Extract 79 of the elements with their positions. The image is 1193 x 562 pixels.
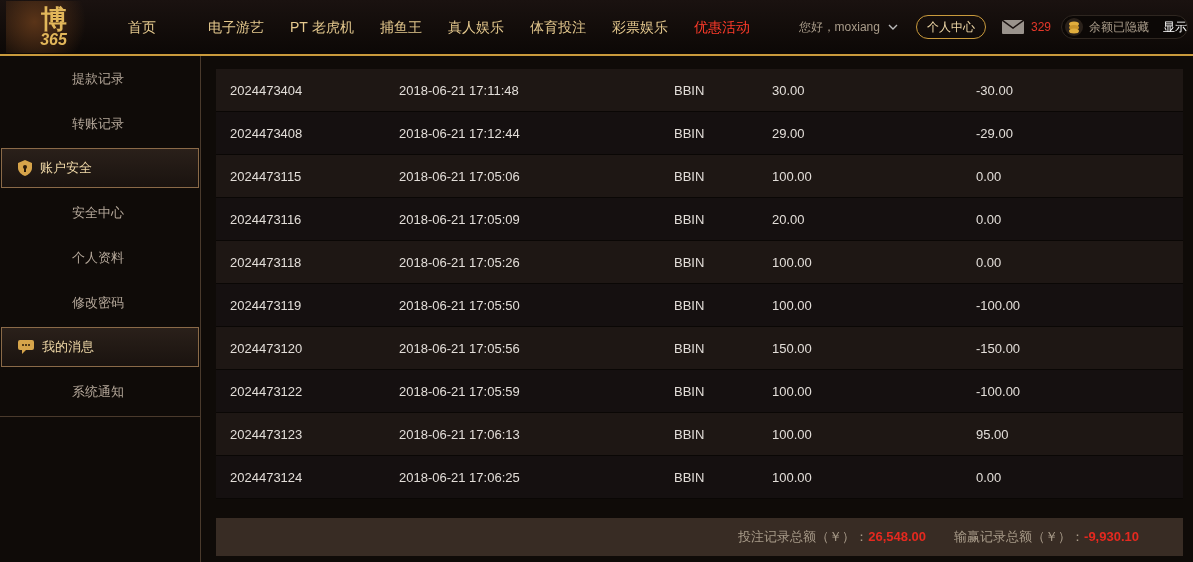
table-cell: BBIN xyxy=(674,470,705,485)
nav-link[interactable]: 首页 xyxy=(115,16,169,38)
table-cell: 2018-06-21 17:06:25 xyxy=(399,470,520,485)
nav-link[interactable]: 彩票娱乐 xyxy=(598,16,681,38)
nav-link[interactable]: 捕鱼王 xyxy=(366,16,435,38)
table-cell: 0.00 xyxy=(976,212,1002,227)
total-value: 26,548.00 xyxy=(868,528,927,547)
shield-icon xyxy=(18,160,32,176)
table-cell: BBIN xyxy=(674,298,705,313)
table-cell: BBIN xyxy=(674,83,705,98)
sidebar-item[interactable]: 转账记录 xyxy=(72,113,124,134)
table-cell: 29.00 xyxy=(772,126,805,141)
table-cell: BBIN xyxy=(674,169,705,184)
greeting-text[interactable]: 您好，moxiang xyxy=(798,18,880,36)
table-cell: 0.00 xyxy=(976,470,1002,485)
table-cell: -100.00 xyxy=(976,384,1021,399)
table-cell: 2024473122 xyxy=(230,384,303,399)
table-cell: 2024473120 xyxy=(230,341,303,356)
table-cell: 2018-06-21 17:05:56 xyxy=(399,341,520,356)
table-cell: 20.00 xyxy=(772,212,805,227)
mail-icon[interactable] xyxy=(1001,20,1024,34)
table-cell: 2024473119 xyxy=(230,298,302,313)
table-cell: 100.00 xyxy=(772,169,812,184)
table-cell: -30.00 xyxy=(976,83,1013,98)
table-cell: BBIN xyxy=(674,126,705,141)
table-cell: 100.00 xyxy=(772,255,812,270)
nav-link[interactable]: 电子游艺 xyxy=(195,16,277,38)
mail-count: 329 xyxy=(1030,19,1051,36)
table-cell: 0.00 xyxy=(976,169,1002,184)
table-cell: 2024473124 xyxy=(230,470,303,485)
table-cell: 2024473123 xyxy=(230,427,303,442)
sidebar-item[interactable]: 系统通知 xyxy=(72,381,124,402)
coin-stack-icon xyxy=(1065,18,1083,36)
table-cell: 2018-06-21 17:05:09 xyxy=(399,212,520,227)
table-cell: BBIN xyxy=(674,384,705,399)
table-cell: 95.00 xyxy=(976,427,1009,442)
table-cell: BBIN xyxy=(674,427,705,442)
sidebar-item[interactable]: 个人资料 xyxy=(72,247,124,268)
table-cell: 2018-06-21 17:05:26 xyxy=(399,255,520,270)
sidebar-section-header[interactable]: 我的消息 xyxy=(1,327,199,367)
table-cell: BBIN xyxy=(674,341,705,356)
table-cell: 2024473115 xyxy=(230,169,302,184)
total-value: -9,930.10 xyxy=(1084,528,1139,547)
table-cell: 100.00 xyxy=(772,470,812,485)
table-cell: 100.00 xyxy=(772,298,812,313)
table-cell: 2024473118 xyxy=(230,255,302,270)
total-label: 投注记录总额（￥）： xyxy=(738,528,869,547)
table-cell: 2018-06-21 17:05:59 xyxy=(399,384,520,399)
table-cell: 30.00 xyxy=(772,83,805,98)
sidebar-section-header[interactable]: 账户安全 xyxy=(1,148,199,188)
table-cell: -29.00 xyxy=(976,126,1013,141)
nav-link[interactable]: 体育投注 xyxy=(516,16,599,38)
nav-link[interactable]: 优惠活动 xyxy=(680,16,763,38)
table-cell: BBIN xyxy=(674,255,705,270)
balance-hidden-text: 余额已隐藏 xyxy=(1089,19,1149,36)
table-cell: 100.00 xyxy=(772,384,812,399)
table-cell: 2024473404 xyxy=(230,83,303,98)
table-cell: 2024473116 xyxy=(230,212,302,227)
table-cell: 2018-06-21 17:05:50 xyxy=(399,298,520,313)
table-cell: 100.00 xyxy=(772,427,812,442)
sidebar-item[interactable]: 提款记录 xyxy=(72,68,124,89)
total-label: 输赢记录总额（￥）： xyxy=(954,528,1085,547)
chevron-down-icon[interactable] xyxy=(887,24,898,30)
sidebar-item[interactable]: 安全中心 xyxy=(72,202,124,223)
table-cell: -150.00 xyxy=(976,341,1021,356)
table-cell: BBIN xyxy=(674,212,705,227)
table-cell: 150.00 xyxy=(772,341,812,356)
table-cell: -100.00 xyxy=(976,298,1021,313)
show-balance-button[interactable]: 显示 xyxy=(1163,18,1187,36)
chat-bubble-icon xyxy=(18,340,34,354)
table-cell: 2018-06-21 17:12:44 xyxy=(399,126,520,141)
nav-link[interactable]: PT 老虎机 xyxy=(277,16,367,38)
sidebar-item[interactable]: 修改密码 xyxy=(72,292,124,313)
table-cell: 2018-06-21 17:06:13 xyxy=(399,427,520,442)
nav-link[interactable]: 真人娱乐 xyxy=(434,16,517,38)
table-cell: 0.00 xyxy=(976,255,1002,270)
table-cell: 2024473408 xyxy=(230,126,303,141)
table-cell: 2018-06-21 17:05:06 xyxy=(399,169,520,184)
table-cell: 2018-06-21 17:11:48 xyxy=(399,83,519,98)
